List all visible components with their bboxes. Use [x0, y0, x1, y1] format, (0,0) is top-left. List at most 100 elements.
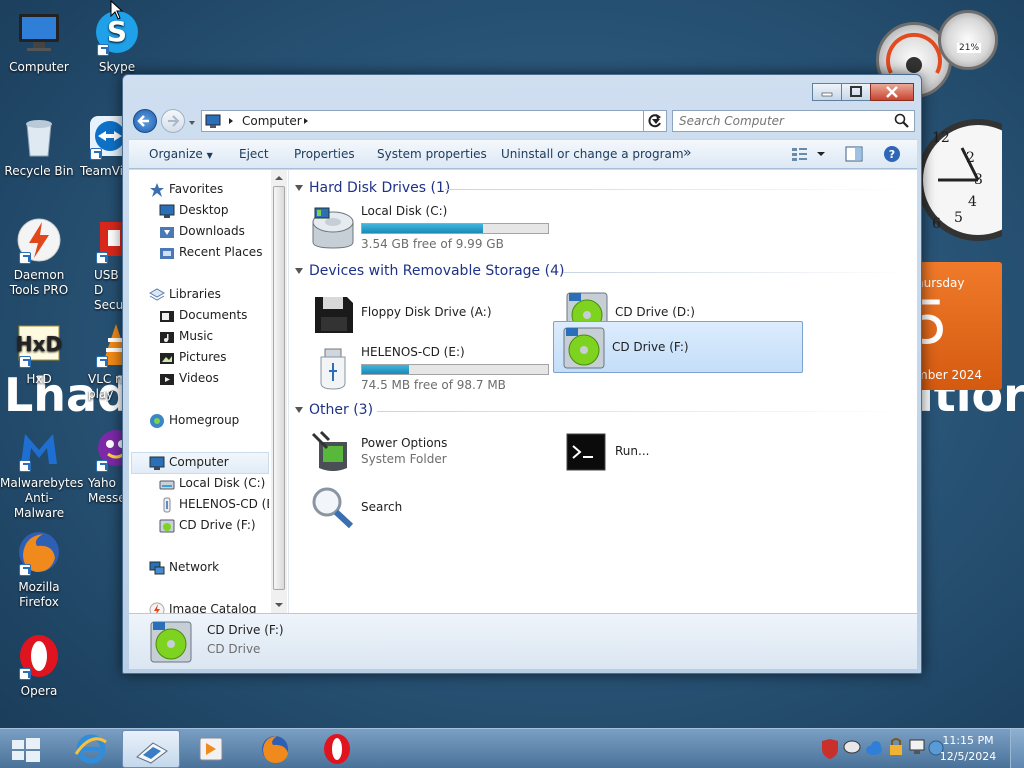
refresh-button[interactable] [643, 110, 667, 132]
nav-network[interactable]: Network [149, 558, 269, 578]
organize-button[interactable]: Organize ▼ [149, 147, 213, 161]
clock-date: 12/5/2024 [939, 750, 997, 763]
desktop-icon-recycle-bin[interactable]: Recycle Bin [0, 112, 78, 179]
search-box[interactable] [672, 110, 915, 132]
notification-area: 11:15 PM 12/5/2024 [788, 729, 1024, 768]
drive-name: Local Disk (C:) [361, 204, 448, 218]
desktop-icon-opera[interactable]: Opera [0, 632, 78, 699]
taskbar-firefox[interactable] [246, 730, 304, 768]
nav-label: Computer [169, 455, 229, 469]
cd-drive-icon [563, 327, 605, 369]
minimize-button[interactable] [812, 83, 842, 101]
pictures-icon [160, 353, 174, 364]
taskbar-opera[interactable] [308, 730, 366, 768]
lock-warning-icon[interactable] [890, 738, 902, 755]
nav-favorites[interactable]: Favorites [149, 180, 269, 200]
nav-documents[interactable]: Documents [159, 306, 269, 326]
nav-label: Favorites [169, 182, 224, 196]
item-search[interactable]: Search [303, 482, 553, 534]
shortcut-arrow-icon [19, 356, 31, 368]
calendar-month-year: mber 2024 [916, 368, 982, 382]
cloud-icon[interactable] [866, 741, 882, 755]
nav-desktop[interactable]: Desktop [159, 201, 269, 221]
desktop-icon-daemon-tools[interactable]: Daemon Tools PRO [0, 216, 78, 298]
nav-scrollbar[interactable] [271, 170, 287, 613]
drive-cd-f[interactable]: CD Drive (F:) [553, 321, 803, 373]
uninstall-program-button[interactable]: Uninstall or change a program [501, 147, 684, 161]
group-hard-disk-drives[interactable]: Hard Disk Drives (1) [295, 180, 911, 200]
nav-label: Desktop [179, 203, 229, 217]
more-commands-button[interactable]: » [683, 145, 692, 161]
nav-helenos-cd-e[interactable]: HELENOS-CD (E: [159, 495, 269, 515]
maximize-icon [850, 86, 862, 97]
item-name: Search [361, 500, 403, 514]
drive-name: CD Drive (F:) [612, 340, 689, 354]
search-input[interactable] [679, 113, 889, 129]
taskbar-media-player[interactable] [182, 730, 240, 768]
nav-music[interactable]: Music [159, 327, 269, 347]
shield-icon[interactable] [822, 739, 838, 759]
nav-downloads[interactable]: Downloads [159, 222, 269, 242]
nav-recent-places[interactable]: Recent Places [159, 243, 269, 263]
nav-videos[interactable]: Videos [159, 369, 269, 389]
computer-icon [149, 456, 165, 470]
close-button[interactable] [870, 83, 914, 101]
eject-button[interactable]: Eject [239, 147, 269, 161]
forward-button[interactable] [161, 109, 185, 133]
back-button[interactable] [133, 109, 157, 133]
change-view-button[interactable] [791, 146, 825, 165]
firefox-icon [262, 736, 288, 763]
desktop-icon-computer[interactable]: Computer [0, 8, 78, 75]
nav-local-disk-c[interactable]: Local Disk (C:) [159, 474, 269, 494]
taskbar-internet-explorer[interactable] [62, 730, 120, 768]
scroll-down-icon[interactable] [271, 599, 287, 611]
explorer-window[interactable]: Computer Organize ▼ Eject Properties Sys… [122, 74, 922, 674]
close-icon [886, 86, 898, 98]
help-button[interactable]: ? [883, 145, 901, 166]
show-desktop-button[interactable] [1010, 729, 1024, 768]
clock-num-2: 2 [966, 150, 975, 166]
scroll-up-icon[interactable] [271, 172, 287, 184]
recent-pages-button[interactable] [187, 117, 197, 127]
desktop-icon-hxd[interactable]: HxD HxD [0, 320, 78, 387]
chevron-down-icon: ▼ [206, 151, 213, 160]
group-removable-storage[interactable]: Devices with Removable Storage (4) [295, 263, 911, 283]
properties-button[interactable]: Properties [294, 147, 355, 161]
maximize-button[interactable] [841, 83, 871, 101]
nav-libraries[interactable]: Libraries [149, 285, 269, 305]
address-row: Computer [131, 109, 915, 133]
desktop-icon-teamviewer[interactable]: TeamVi [70, 112, 130, 179]
system-properties-button[interactable]: System properties [377, 147, 487, 161]
clock-num-5: 5 [954, 210, 963, 226]
nav-cd-drive-f[interactable]: CD Drive (F:) [159, 516, 269, 536]
nav-homegroup[interactable]: Homegroup [149, 411, 269, 431]
item-power-options[interactable]: Power Options System Folder [303, 426, 553, 478]
start-button[interactable] [0, 730, 54, 768]
nav-image-catalog[interactable]: Image Catalog [149, 600, 269, 613]
taskbar-clock[interactable]: 11:15 PM 12/5/2024 [936, 733, 1000, 765]
network-icon[interactable] [909, 739, 925, 754]
calendar-gadget[interactable]: hursday 5 mber 2024 [916, 262, 1002, 390]
drive-helenos-cd-e[interactable]: HELENOS-CD (E:) 74.5 MB free of 98.7 MB [303, 343, 553, 395]
desktop-icon-firefox[interactable]: Mozilla Firefox [0, 528, 78, 610]
memory-meter-gadget[interactable]: 21% [938, 10, 998, 70]
drive-local-disk-c[interactable]: Local Disk (C:) 3.54 GB free of 9.99 GB [303, 202, 553, 254]
nav-pictures[interactable]: Pictures [159, 348, 269, 368]
group-other[interactable]: Other (3) [295, 402, 911, 422]
item-run[interactable]: Run... [557, 426, 807, 478]
nav-label: Image Catalog [169, 602, 257, 613]
desktop-icon-malwarebytes[interactable]: Malwarebytes Anti-Malware [0, 424, 83, 521]
media-player-icon [199, 737, 223, 761]
scroll-thumb[interactable] [273, 186, 285, 590]
nav-label: Recent Places [179, 245, 263, 259]
preview-pane-button[interactable] [845, 146, 863, 165]
drive-floppy-a[interactable]: Floppy Disk Drive (A:) [303, 287, 553, 339]
chat-bubble-icon[interactable] [843, 740, 861, 754]
taskbar-windows-explorer[interactable] [122, 730, 180, 768]
breadcrumb-computer[interactable]: Computer [242, 114, 302, 128]
address-bar[interactable]: Computer [201, 110, 667, 132]
breadcrumb-chevron-icon[interactable] [302, 111, 312, 131]
clock-gadget[interactable]: 12 2 3 4 5 6 [920, 118, 1002, 242]
nav-computer[interactable]: Computer [131, 452, 269, 474]
organize-label: Organize [149, 147, 203, 161]
